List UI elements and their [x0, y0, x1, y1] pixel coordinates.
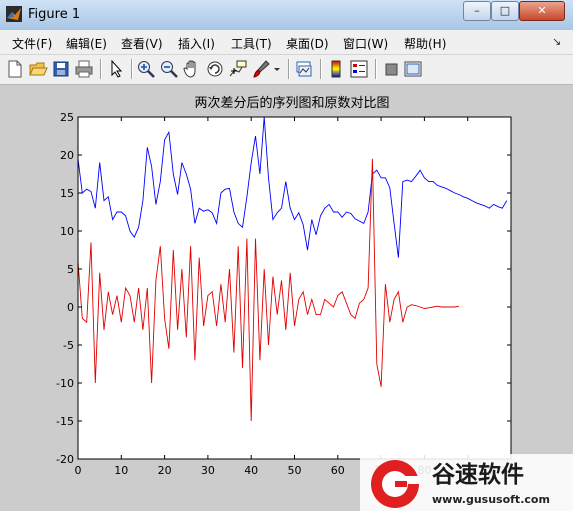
link-plot-icon[interactable]	[294, 59, 314, 79]
save-icon[interactable]	[51, 59, 71, 79]
x-tick-label: 10	[114, 464, 128, 477]
y-tick-label: 20	[60, 149, 74, 162]
menu-window[interactable]: 窗口(W)	[343, 35, 388, 52]
x-tick-label: 20	[158, 464, 172, 477]
hide-plot-tools-icon[interactable]	[381, 59, 401, 79]
toolbar-separator	[100, 59, 101, 79]
x-tick-label: 30	[201, 464, 215, 477]
x-tick-label: 0	[75, 464, 82, 477]
minimize-button[interactable]: –	[463, 1, 491, 21]
axes-background[interactable]	[78, 117, 511, 459]
zoom-out-icon[interactable]	[159, 59, 179, 79]
menu-insert[interactable]: 插入(I)	[178, 35, 215, 52]
watermark-url: www.gususoft.com	[432, 493, 550, 506]
zoom-in-icon[interactable]	[136, 59, 156, 79]
y-tick-label: -5	[63, 339, 74, 352]
menu-desktop[interactable]: 桌面(D)	[286, 35, 329, 52]
y-tick-label: 0	[67, 301, 74, 314]
brush-dropdown-icon[interactable]	[271, 59, 283, 79]
chart-title: 两次差分后的序列图和原数对比图	[194, 95, 389, 111]
close-button[interactable]: ✕	[519, 1, 565, 21]
window-title: Figure 1	[28, 7, 81, 22]
y-tick-label: 5	[67, 263, 74, 276]
plot-svg: 0102030405060708090100-20-15-10-50510152…	[56, 95, 521, 477]
menu-file[interactable]: 文件(F)	[12, 35, 52, 52]
menu-edit[interactable]: 编辑(E)	[66, 35, 107, 52]
rotate-3d-icon[interactable]	[205, 59, 225, 79]
show-plot-tools-icon[interactable]	[403, 59, 423, 79]
edit-plot-arrow-icon[interactable]	[106, 59, 126, 79]
toolbar	[0, 55, 573, 85]
y-tick-label: -20	[56, 453, 74, 466]
legend-icon[interactable]	[349, 59, 369, 79]
figure-window: Figure 1 – □ ✕ 文件(F) 编辑(E) 查看(V) 插入(I) 工…	[0, 0, 573, 511]
toolbar-separator	[375, 59, 376, 79]
x-tick-label: 40	[244, 464, 258, 477]
pan-hand-icon[interactable]	[182, 59, 202, 79]
new-figure-icon[interactable]	[5, 59, 25, 79]
close-icon: ✕	[537, 4, 547, 17]
y-tick-label: 25	[60, 111, 74, 124]
y-tick-label: -10	[56, 377, 74, 390]
toolbar-separator	[288, 59, 289, 79]
print-icon[interactable]	[74, 59, 94, 79]
toolbar-separator	[320, 59, 321, 79]
watermark-brand: 谷速软件	[432, 461, 524, 488]
data-cursor-icon[interactable]	[228, 59, 248, 79]
matlab-logo-icon	[6, 6, 22, 22]
minimize-icon: –	[474, 4, 480, 17]
x-tick-label: 50	[288, 464, 302, 477]
menu-bar: 文件(F) 编辑(E) 查看(V) 插入(I) 工具(T) 桌面(D) 窗口(W…	[0, 30, 573, 55]
x-tick-label: 60	[331, 464, 345, 477]
menu-help[interactable]: 帮助(H)	[404, 35, 446, 52]
y-tick-label: -15	[56, 415, 74, 428]
y-tick-label: 15	[60, 187, 74, 200]
colorbar-icon[interactable]	[326, 59, 346, 79]
title-bar[interactable]: Figure 1 – □ ✕	[0, 0, 573, 31]
menu-tools[interactable]: 工具(T)	[231, 35, 272, 52]
toolbar-separator	[131, 59, 132, 79]
menu-view[interactable]: 查看(V)	[121, 35, 163, 52]
menu-overflow-icon[interactable]: ↘	[552, 35, 561, 48]
maximize-button[interactable]: □	[491, 1, 519, 21]
watermark: 谷速软件 www.gususoft.com	[360, 454, 573, 511]
figure-canvas: 0102030405060708090100-20-15-10-50510152…	[0, 85, 573, 511]
y-tick-label: 10	[60, 225, 74, 238]
open-file-icon[interactable]	[28, 59, 48, 79]
maximize-icon: □	[499, 4, 511, 17]
brush-icon[interactable]	[251, 59, 271, 79]
